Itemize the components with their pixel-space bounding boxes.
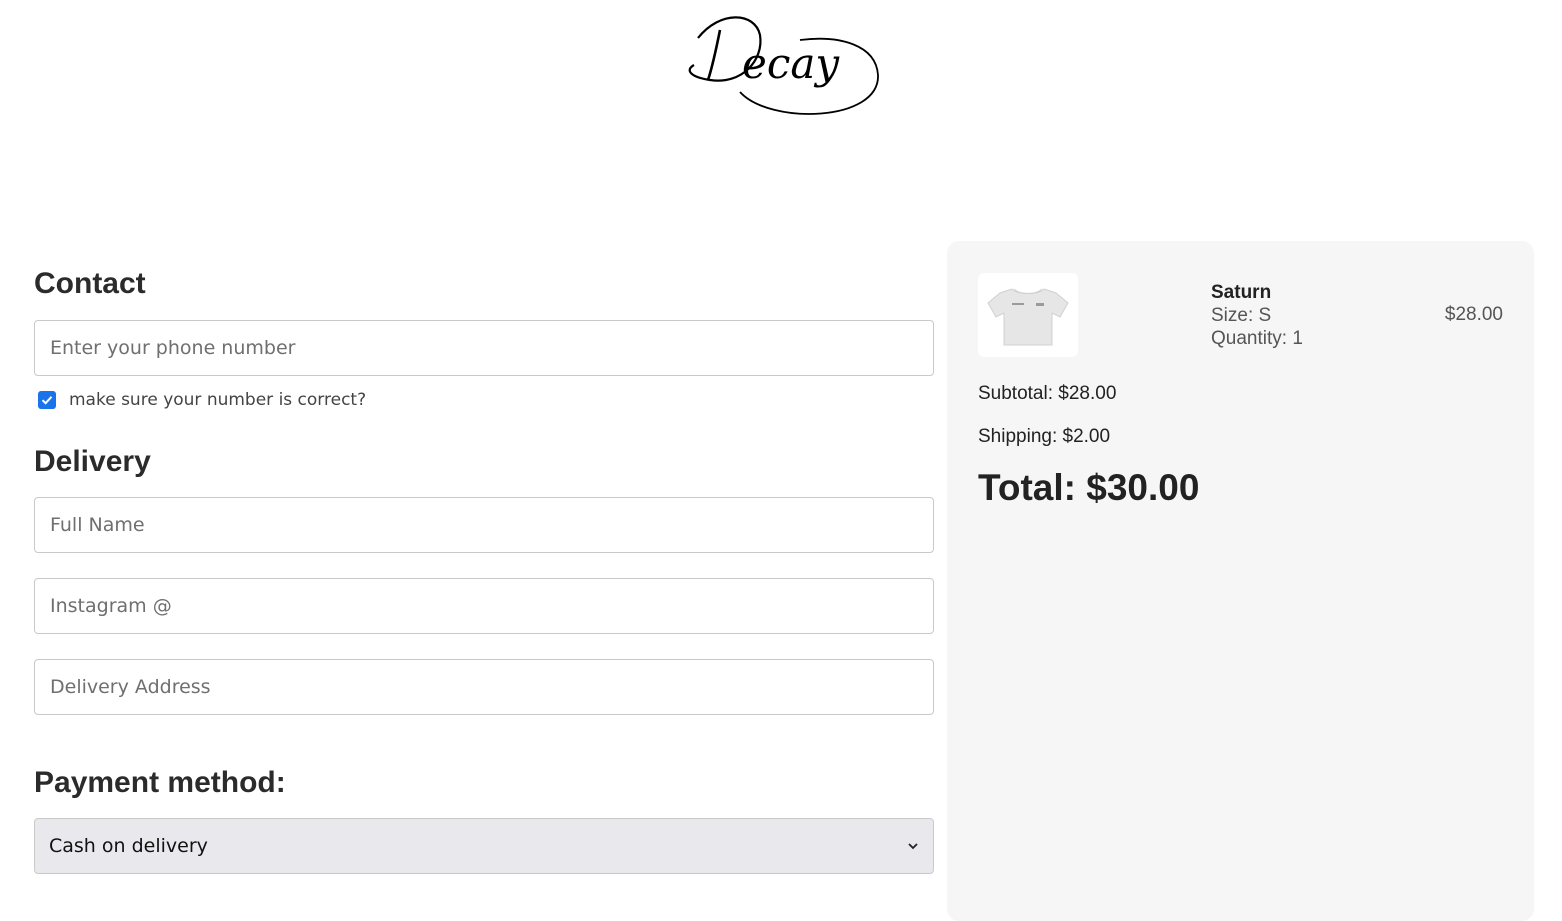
subtotal: Subtotal: $28.00 <box>978 383 1117 404</box>
svg-text:ecay: ecay <box>742 39 840 88</box>
payment-method-value: Cash on delivery <box>49 835 208 857</box>
full-name-input[interactable] <box>34 497 934 553</box>
phone-input[interactable] <box>34 320 934 376</box>
order-summary: Saturn Size: S Quantity: 1 $28.00 Subtot… <box>947 241 1534 921</box>
confirm-number-label: make sure your number is correct? <box>69 390 367 410</box>
payment-method-title: Payment method: <box>34 766 286 799</box>
delivery-address-input[interactable] <box>34 659 934 715</box>
brand-logo[interactable]: ecay <box>680 10 885 125</box>
contact-title: Contact <box>34 267 146 300</box>
decay-logo-mark: ecay <box>688 16 879 115</box>
product-info: Saturn Size: S Quantity: 1 <box>1211 281 1303 350</box>
checkmark-icon <box>41 396 53 405</box>
tshirt-icon <box>987 288 1069 346</box>
shipping: Shipping: $2.00 <box>978 426 1111 447</box>
product-thumbnail <box>978 273 1078 357</box>
delivery-title: Delivery <box>34 445 151 478</box>
confirm-number-checkbox[interactable] <box>38 391 56 409</box>
chevron-down-icon <box>908 843 918 850</box>
product-size: Size: S <box>1211 305 1272 326</box>
product-price: $28.00 <box>1444 304 1503 325</box>
payment-method-select[interactable]: Cash on delivery <box>34 818 934 874</box>
product-name: Saturn <box>1211 282 1272 303</box>
confirm-number-row[interactable]: make sure your number is correct? <box>38 390 366 410</box>
instagram-input[interactable] <box>34 578 934 634</box>
total: Total: $30.00 <box>978 467 1200 508</box>
product-quantity: Quantity: 1 <box>1211 328 1303 349</box>
